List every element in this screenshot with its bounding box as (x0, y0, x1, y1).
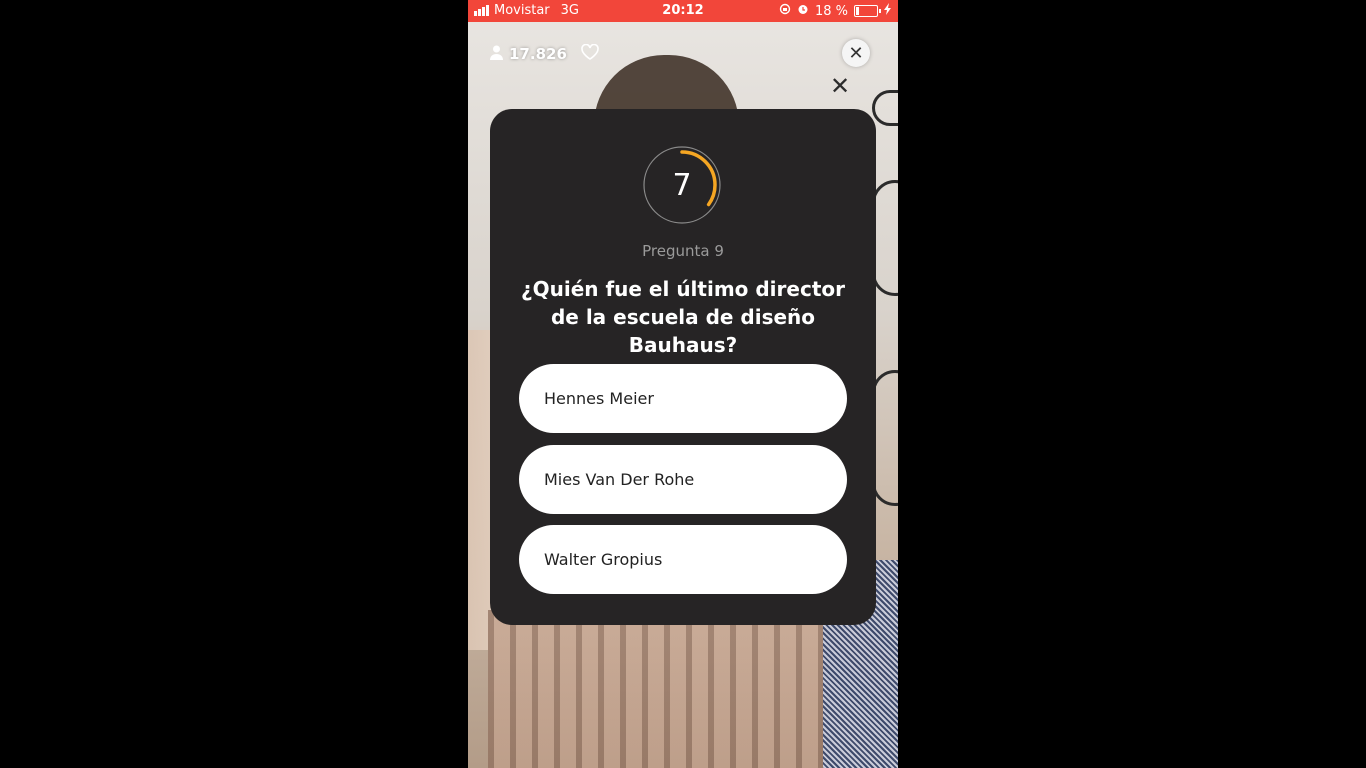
viewer-count-value: 17.826 (509, 45, 567, 63)
battery-icon (854, 5, 881, 17)
answer-option[interactable]: Walter Gropius (519, 525, 847, 594)
countdown-timer: 7 (642, 145, 722, 225)
rotation-lock-icon (779, 3, 791, 19)
question-text: ¿Quién fue el último director de la escu… (521, 277, 845, 357)
phone-screen: ✕ Movistar 3G 20:12 18 % 17.826 ✕ 7 Preg… (468, 0, 898, 768)
close-button[interactable]: ✕ (842, 39, 870, 67)
alarm-icon (797, 3, 809, 19)
background-video-body (488, 610, 878, 768)
heart-icon[interactable] (581, 43, 599, 64)
answer-label: Hennes Meier (544, 389, 654, 408)
answer-option[interactable]: Hennes Meier (519, 364, 847, 433)
answer-option[interactable]: Mies Van Der Rohe (519, 445, 847, 514)
question-card: 7 Pregunta 9 ¿Quién fue el último direct… (490, 109, 876, 625)
close-icon: ✕ (848, 42, 864, 64)
background-board-drawing (872, 90, 898, 126)
status-bar: Movistar 3G 20:12 18 % (468, 0, 898, 22)
viewer-count: 17.826 (490, 43, 599, 64)
timer-value: 7 (672, 167, 692, 203)
battery-percent: 18 % (814, 3, 848, 19)
person-icon (490, 45, 503, 64)
charging-bolt-icon (884, 3, 892, 19)
question-number: Pregunta 9 (642, 242, 724, 260)
answer-label: Walter Gropius (544, 550, 663, 569)
answer-label: Mies Van Der Rohe (544, 470, 695, 489)
background-board-x-mark: ✕ (830, 72, 851, 100)
